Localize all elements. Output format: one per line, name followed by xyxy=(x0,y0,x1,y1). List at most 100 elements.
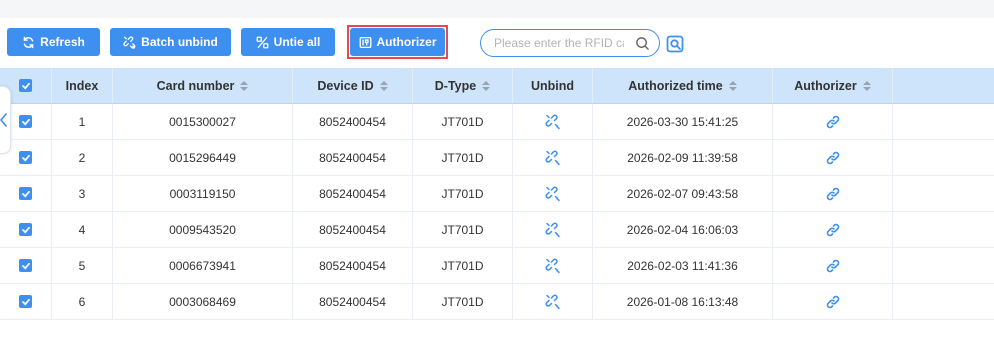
row-filler xyxy=(893,248,994,283)
row-device-id: 8052400454 xyxy=(293,176,413,211)
row-card-number: 0015300027 xyxy=(113,104,293,139)
top-strip xyxy=(0,0,994,18)
header-filler xyxy=(893,68,994,103)
unlink-icon[interactable] xyxy=(545,150,561,166)
row-filler xyxy=(893,212,994,247)
row-authorized-time: 2026-02-03 11:41:36 xyxy=(593,248,773,283)
row-checkbox[interactable] xyxy=(19,259,32,272)
header-card-number[interactable]: Card number xyxy=(113,68,293,103)
refresh-icon xyxy=(23,36,34,48)
unlink-icon[interactable] xyxy=(545,186,561,202)
table-row: 2 0015296449 8052400454 JT701D 2026-02-0… xyxy=(0,140,994,176)
row-card-number: 0006673941 xyxy=(113,248,293,283)
row-d-type: JT701D xyxy=(413,176,513,211)
header-card-number-label: Card number xyxy=(156,78,235,93)
row-authorizer-cell xyxy=(773,104,893,139)
link-icon[interactable] xyxy=(825,186,841,202)
row-d-type: JT701D xyxy=(413,104,513,139)
header-index: Index xyxy=(52,68,113,103)
select-all-checkbox[interactable] xyxy=(19,79,32,92)
header-authorizer-label: Authorizer xyxy=(794,78,857,93)
row-index: 2 xyxy=(52,140,113,175)
row-index: 5 xyxy=(52,248,113,283)
row-unbind-cell xyxy=(513,140,593,175)
untie-all-label: Untie all xyxy=(273,35,321,49)
link-icon[interactable] xyxy=(825,114,841,130)
refresh-label: Refresh xyxy=(40,35,85,49)
row-index: 6 xyxy=(52,284,113,319)
chevron-left-icon xyxy=(0,113,7,127)
sort-icon[interactable] xyxy=(862,80,871,91)
header-d-type-label: D-Type xyxy=(434,78,477,93)
row-select-cell xyxy=(0,212,52,247)
link-icon[interactable] xyxy=(825,150,841,166)
header-device-id[interactable]: Device ID xyxy=(293,68,413,103)
table-body: 1 0015300027 8052400454 JT701D 2026-03-3… xyxy=(0,104,994,320)
untie-all-button[interactable]: Untie all xyxy=(241,28,335,56)
untie-icon xyxy=(256,36,269,48)
row-d-type: JT701D xyxy=(413,284,513,319)
sort-icon[interactable] xyxy=(482,80,491,91)
unlink-icon[interactable] xyxy=(545,114,561,130)
rfid-table: Index Card number Device ID D-Type Unbin… xyxy=(0,68,994,320)
row-device-id: 8052400454 xyxy=(293,284,413,319)
link-icon[interactable] xyxy=(825,258,841,274)
row-checkbox[interactable] xyxy=(19,115,32,128)
row-index: 3 xyxy=(52,176,113,211)
header-index-label: Index xyxy=(65,78,99,93)
advanced-search-icon[interactable] xyxy=(666,35,684,53)
sort-icon[interactable] xyxy=(728,80,737,91)
unlink-icon[interactable] xyxy=(545,294,561,310)
search-box xyxy=(480,29,660,57)
header-unbind-label: Unbind xyxy=(530,78,575,93)
row-d-type: JT701D xyxy=(413,212,513,247)
table-header: Index Card number Device ID D-Type Unbin… xyxy=(0,68,994,104)
header-unbind: Unbind xyxy=(513,68,593,103)
row-index: 1 xyxy=(52,104,113,139)
row-card-number: 0015296449 xyxy=(113,140,293,175)
unlink-icon[interactable] xyxy=(545,258,561,274)
row-unbind-cell xyxy=(513,176,593,211)
table-row: 4 0009543520 8052400454 JT701D 2026-02-0… xyxy=(0,212,994,248)
sort-icon[interactable] xyxy=(379,80,388,91)
header-authorized-time[interactable]: Authorized time xyxy=(593,68,773,103)
row-unbind-cell xyxy=(513,284,593,319)
row-checkbox[interactable] xyxy=(19,223,32,236)
row-authorized-time: 2026-02-04 16:06:03 xyxy=(593,212,773,247)
header-authorized-time-label: Authorized time xyxy=(628,78,723,93)
row-select-cell xyxy=(0,176,52,211)
row-authorizer-cell xyxy=(773,176,893,211)
link-icon[interactable] xyxy=(825,294,841,310)
row-index: 4 xyxy=(52,212,113,247)
batch-unbind-label: Batch unbind xyxy=(141,35,218,49)
row-select-cell xyxy=(0,284,52,319)
row-filler xyxy=(893,104,994,139)
collapse-panel-handle[interactable] xyxy=(0,86,11,154)
row-checkbox[interactable] xyxy=(19,151,32,164)
header-authorizer[interactable]: Authorizer xyxy=(773,68,893,103)
row-authorizer-cell xyxy=(773,284,893,319)
row-checkbox[interactable] xyxy=(19,295,32,308)
row-device-id: 8052400454 xyxy=(293,212,413,247)
search-icon[interactable] xyxy=(635,36,650,51)
row-card-number: 0003119150 xyxy=(113,176,293,211)
refresh-button[interactable]: Refresh xyxy=(7,28,100,56)
batch-unbind-button[interactable]: Batch unbind xyxy=(110,28,231,56)
row-authorizer-cell xyxy=(773,212,893,247)
search-input[interactable] xyxy=(494,36,624,50)
row-authorized-time: 2026-01-08 16:13:48 xyxy=(593,284,773,319)
row-authorized-time: 2026-02-09 11:39:58 xyxy=(593,140,773,175)
row-unbind-cell xyxy=(513,248,593,283)
unlink-icon[interactable] xyxy=(545,222,561,238)
header-device-id-label: Device ID xyxy=(317,78,374,93)
row-card-number: 0003068469 xyxy=(113,284,293,319)
link-icon[interactable] xyxy=(825,222,841,238)
row-authorized-time: 2026-02-07 09:43:58 xyxy=(593,176,773,211)
header-d-type[interactable]: D-Type xyxy=(413,68,513,103)
table-row: 3 0003119150 8052400454 JT701D 2026-02-0… xyxy=(0,176,994,212)
sort-icon[interactable] xyxy=(240,80,249,91)
row-filler xyxy=(893,176,994,211)
row-filler xyxy=(893,140,994,175)
row-d-type: JT701D xyxy=(413,140,513,175)
row-checkbox[interactable] xyxy=(19,187,32,200)
